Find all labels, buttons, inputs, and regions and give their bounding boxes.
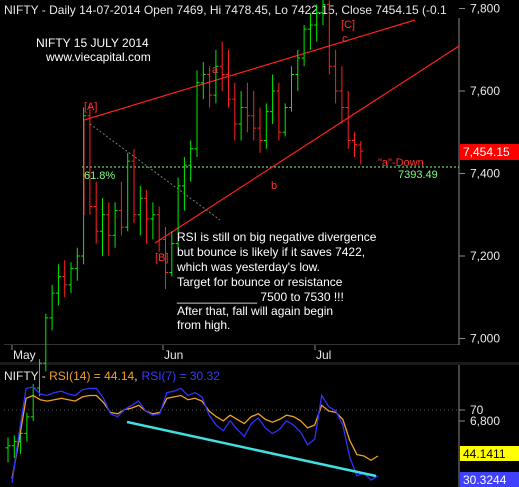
last-price-label: 7,454.15 — [463, 145, 510, 159]
note-line: but bounce is likely if it saves 7422, — [177, 245, 365, 259]
rsi-header-prefix: NIFTY - — [4, 369, 49, 383]
x-tick-label: May — [13, 348, 36, 362]
chart-header: NIFTY - Daily 14-07-2014 Open 7469, Hi 7… — [4, 3, 447, 17]
y-tick-label: 7,400 — [470, 167, 500, 181]
date-axis-strip — [0, 345, 519, 362]
wave-label-C: [C] — [341, 19, 355, 31]
rsi14-header: RSI(14) = 44.14 — [49, 369, 134, 383]
wave-label-c: c — [342, 33, 348, 45]
watermark-title: NIFTY 15 JULY 2014 — [36, 36, 149, 50]
wave-label-B: [B] — [155, 252, 168, 264]
note-line: After that, fall will again begin — [177, 304, 333, 318]
note-line: from high. — [177, 318, 230, 332]
fib-value-label: 7393.49 — [398, 169, 438, 181]
nifty-chart: NIFTY - Daily 14-07-2014 Open 7469, Hi 7… — [0, 0, 519, 487]
rsi14-value: 44.1411 — [463, 447, 506, 461]
wave-label-a: a — [212, 64, 219, 76]
x-tick-label: Jul — [316, 348, 331, 362]
note-line: RSI is still on big negative divergence — [177, 230, 377, 244]
rsi-70-label: 70 — [470, 403, 484, 417]
panel-divider — [0, 362, 519, 365]
rsi7-value: 30.3244 — [463, 473, 507, 487]
watermark-site: www.viecapital.com — [45, 50, 151, 64]
y-tick-label: 7,000 — [470, 332, 500, 346]
x-tick-label: Jun — [164, 348, 183, 362]
rsi-header: NIFTY - RSI(14) = 44.14, RSI(7) = 30.32 — [4, 369, 220, 383]
note-line: ____________ 7500 to 7530 !!! — [176, 290, 344, 304]
y-tick-label: 7,800 — [470, 2, 500, 16]
wave-label-down: "a"-Down — [378, 157, 424, 169]
fib-618-label: 61.8% — [84, 170, 115, 182]
y-tick-label: 7,600 — [470, 84, 500, 98]
wave-label-A: [A] — [84, 101, 97, 113]
note-line: which was yesterday's low. — [176, 260, 320, 274]
y-tick-label: 7,200 — [470, 249, 500, 263]
rsi7-header: RSI(7) = 30.32 — [142, 369, 221, 383]
rsi-header-separator: , — [134, 369, 137, 383]
wave-label-b: b — [271, 180, 277, 192]
note-line: Target for bounce or resistance — [177, 275, 343, 289]
